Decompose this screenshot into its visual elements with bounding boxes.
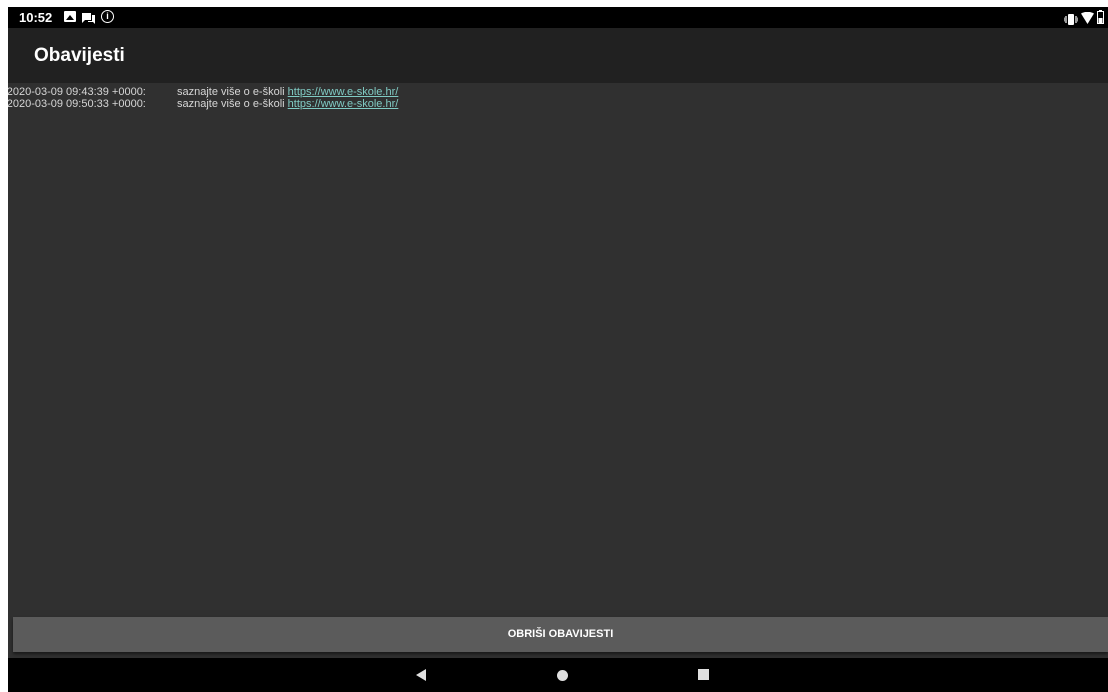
notification-link[interactable]: https://www.e-skole.hr/ [288, 98, 399, 110]
notification-link[interactable]: https://www.e-skole.hr/ [288, 86, 399, 98]
notification-text: saznajte više o e-školi [177, 86, 285, 98]
recents-icon[interactable] [698, 669, 709, 680]
vibrate-icon [1063, 12, 1079, 25]
back-icon[interactable] [416, 669, 426, 681]
info-icon: i [101, 10, 114, 23]
navigation-bar [8, 658, 1108, 692]
notification-text: saznajte više o e-školi [177, 98, 285, 110]
status-time: 10:52 [19, 10, 53, 25]
notification-timestamp: - 2020-03-09 09:43:39 +0000: [8, 86, 146, 98]
notification-message: saznajte više o e-školi https://www.e-sk… [177, 98, 398, 110]
notification-timestamp: - 2020-03-09 09:50:33 +0000: [8, 98, 146, 110]
status-bar: 10:52 i [8, 7, 1108, 28]
image-notification-icon [64, 11, 76, 22]
list-item: - 2020-03-09 09:50:33 +0000: saznajte vi… [8, 98, 1108, 110]
app-bar: Obavijesti [8, 28, 1108, 83]
battery-icon [1097, 10, 1104, 24]
home-icon[interactable] [557, 670, 568, 681]
wifi-icon [1081, 11, 1094, 24]
notification-list: - 2020-03-09 09:43:39 +0000: saznajte vi… [8, 86, 1108, 110]
screen: 10:52 i Obavijesti - 2020-03-09 09:43:39… [8, 7, 1108, 692]
chat-notification-icon [82, 11, 95, 24]
page-title: Obavijesti [34, 45, 125, 66]
clear-notifications-button[interactable]: OBRIŠI OBAVIJESTI [13, 617, 1108, 652]
list-item: - 2020-03-09 09:43:39 +0000: saznajte vi… [8, 86, 1108, 98]
notification-message: saznajte više o e-školi https://www.e-sk… [177, 86, 398, 98]
